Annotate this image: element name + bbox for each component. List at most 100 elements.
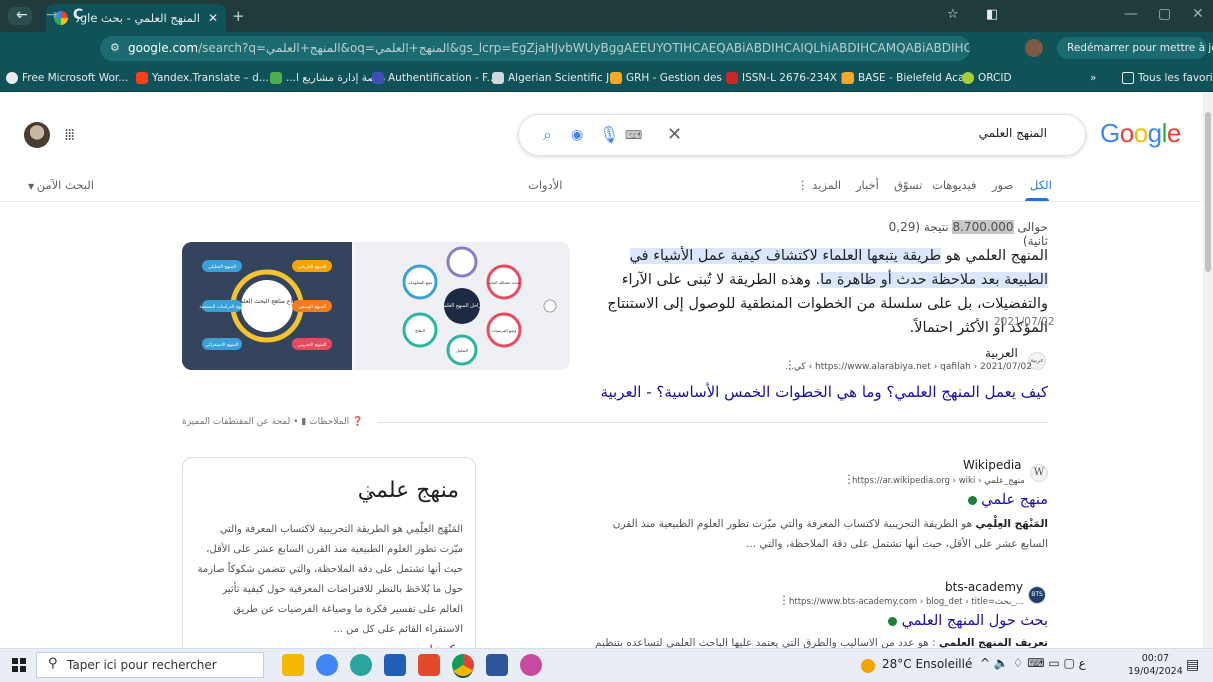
bookmark-item[interactable]: Authentification - F... (372, 72, 497, 84)
tools-button[interactable]: الأدوات (528, 178, 562, 192)
site-info-icon[interactable]: ⚙ (110, 41, 120, 54)
search-query-input[interactable]: المنهج العلمي (979, 126, 1047, 140)
tab-news[interactable]: أخبار (856, 178, 879, 192)
search-box[interactable]: ⌕ ◉ 🎙 ⌨ ✕ المنهج العلمي (518, 114, 1086, 156)
address-bar[interactable]: google.com/search?q=المنهج+العلمي&oq=الم… (100, 36, 970, 61)
snippet-source-name[interactable]: العربية (985, 346, 1018, 360)
windows-start-icon[interactable] (12, 658, 26, 672)
result-title-link[interactable]: بحث حول المنهج العلمي (820, 613, 1048, 629)
knowledge-panel: منهج علمي ⋮ المَنْهَج العِلْمِي هو الطري… (182, 457, 476, 657)
result-menu-icon[interactable]: ⋮ (843, 472, 855, 486)
reload-button[interactable]: C (73, 7, 83, 23)
feedback-link[interactable]: الملاحظات ▮ (301, 417, 349, 427)
bookmark-item[interactable]: ISSN-L 2676-234X |... (726, 72, 854, 84)
maximize-button[interactable]: ▢ (1158, 6, 1171, 22)
system-tray[interactable]: ^ 🔈 ♢ ⌨ ▭ ▢ ع (980, 656, 1086, 670)
img1-center-label: أنواع مناهج البحث العلمي (235, 297, 299, 305)
scrollbar-thumb[interactable] (1205, 112, 1211, 272)
result-title-link[interactable]: منهج علمي (900, 492, 1048, 508)
back-button[interactable]: ← (16, 7, 28, 23)
adobe-icon[interactable] (418, 654, 440, 676)
img1-label: المنهج التاريخي (298, 265, 326, 270)
tab-close-icon[interactable]: ✕ (208, 11, 218, 25)
url-host: google.com (128, 41, 199, 55)
img2-label: تحديد مشكلة البحث (488, 280, 521, 285)
file-explorer-icon[interactable] (282, 654, 304, 676)
bookmark-item[interactable]: BASE - Bielefeld Aca... (842, 72, 974, 84)
verified-icon (967, 495, 977, 505)
tab-shopping[interactable]: تسوّق (894, 178, 922, 192)
result-source-name[interactable]: bts-academy (945, 580, 1023, 594)
snippet-date: 2021/07/02 (994, 316, 1055, 328)
word-icon[interactable] (486, 654, 508, 676)
bookmark-item[interactable]: منصة إدارة مشاريع ا... (270, 72, 385, 84)
tab-videos[interactable]: فيديوهات (932, 178, 977, 192)
knowledge-panel-menu-icon[interactable]: ⋮ (361, 484, 375, 500)
img2-label: جمع المعلومات (407, 280, 433, 285)
knowledge-panel-description: المَنْهَج العِلْمِي هو الطريقة التجريبية… (197, 520, 463, 656)
bookmark-item[interactable]: Algerian Scientific J... (492, 72, 619, 84)
bookmarks-overflow-button[interactable]: » (1090, 72, 1096, 84)
lens-icon[interactable]: ◉ (571, 127, 583, 143)
chrome-icon[interactable] (452, 654, 474, 676)
featured-snippet-title-link[interactable]: كيف يعمل المنهج العلمي؟ وما هي الخطوات ا… (600, 383, 1048, 401)
img1-label: المنهج التجريبي (298, 343, 327, 348)
feedback-icon: ▮ (301, 417, 307, 427)
store-icon[interactable] (384, 654, 406, 676)
result-snippet: المَنْهَج العِلْمِي هو الطريقة التجريبية… (612, 518, 1048, 550)
tab-images[interactable]: صور (992, 178, 1013, 192)
result-snippet: تعريف المنهج العلمي : هو عدد من الاساليب… (595, 637, 1048, 648)
search-icon: ⚲ (48, 656, 58, 671)
taskbar-clock[interactable]: 00:07 19/04/2024 (1128, 652, 1183, 678)
dropdown-caret-icon: ▼ (28, 182, 37, 191)
result-url[interactable]: https://www.bts-academy.com › blog_det ›… (789, 597, 1024, 607)
header-divider (0, 201, 1203, 202)
bookmark-item[interactable]: GRH - Gestion des r... (610, 72, 739, 84)
tab-more[interactable]: ⋮ المزيد (797, 178, 841, 192)
result-menu-icon[interactable]: ⋮ (778, 593, 790, 607)
bookmark-favicon-icon (726, 72, 738, 84)
featured-images: أنواع مناهج البحث العلمي المنهج التاريخي… (182, 242, 570, 370)
verified-icon (887, 616, 897, 626)
safe-search-button[interactable]: ▼ البحث الآمن (28, 178, 94, 192)
tab-all[interactable]: الكل (1030, 178, 1052, 192)
search-icon[interactable]: ⌕ (543, 125, 552, 145)
keyboard-icon[interactable]: ⌨ (625, 128, 642, 142)
img2-label: النتائج (415, 328, 425, 333)
extensions-icon[interactable]: ◧ (986, 7, 998, 22)
snippet-source-url[interactable]: https://www.alarabiya.net › qafilah › 20… (785, 362, 1032, 372)
chrome-canary-icon[interactable] (316, 654, 338, 676)
bookmark-item[interactable]: Free Microsoft Wor... (6, 72, 128, 84)
result-url[interactable]: https://ar.wikipedia.org › wiki › منهج_ع… (852, 476, 1025, 486)
image-research-types[interactable]: أنواع مناهج البحث العلمي المنهج التاريخي… (182, 242, 352, 370)
forward-button[interactable]: → (46, 7, 58, 23)
new-tab-button[interactable]: + (232, 7, 245, 25)
minimize-button[interactable]: — (1124, 6, 1138, 22)
featured-snippet-text: المنهج العلمي هو طريقة يتبعها العلماء لا… (607, 248, 1048, 336)
img2-label: التحليل (456, 348, 468, 353)
google-apps-icon[interactable]: ⁞⁞⁞ (64, 125, 75, 144)
featured-divider (378, 422, 1048, 423)
bookmark-star-icon[interactable]: ☆ (947, 7, 959, 22)
bookmark-favicon-icon (610, 72, 622, 84)
restart-update-button[interactable]: Redémarrer pour mettre à jour ⋮ (1057, 37, 1213, 59)
microphone-icon[interactable]: 🎙 (599, 125, 619, 144)
clock-time: 00:07 (1141, 653, 1170, 664)
close-window-button[interactable]: ✕ (1192, 6, 1204, 22)
notification-icon[interactable]: ▤ (1186, 657, 1199, 673)
clear-icon[interactable]: ✕ (667, 124, 682, 145)
account-avatar[interactable] (24, 122, 50, 148)
profile-avatar-icon[interactable] (1025, 39, 1043, 57)
bookmark-item[interactable]: Yandex.Translate – d... (136, 72, 269, 84)
bookmark-item[interactable]: ORCID (962, 72, 1012, 84)
img1-label: منهج الدراسات المسحية (199, 305, 245, 310)
edge-icon[interactable] (350, 654, 372, 676)
taskbar-search-input[interactable]: Taper ici pour rechercher (36, 652, 264, 678)
all-bookmarks-button[interactable]: Tous les favoris (1122, 72, 1213, 84)
paint-icon[interactable] (520, 654, 542, 676)
image-scientific-method-stages[interactable]: مراحل المنهج العلمي تحديد مشكلة البحث وض… (354, 242, 570, 370)
result-source-name[interactable]: Wikipedia (963, 458, 1022, 472)
weather-widget[interactable]: 28°C Ensoleillé (860, 657, 972, 671)
google-logo[interactable]: Google (1100, 118, 1181, 149)
result-menu-icon[interactable]: ⋮ (784, 358, 796, 372)
